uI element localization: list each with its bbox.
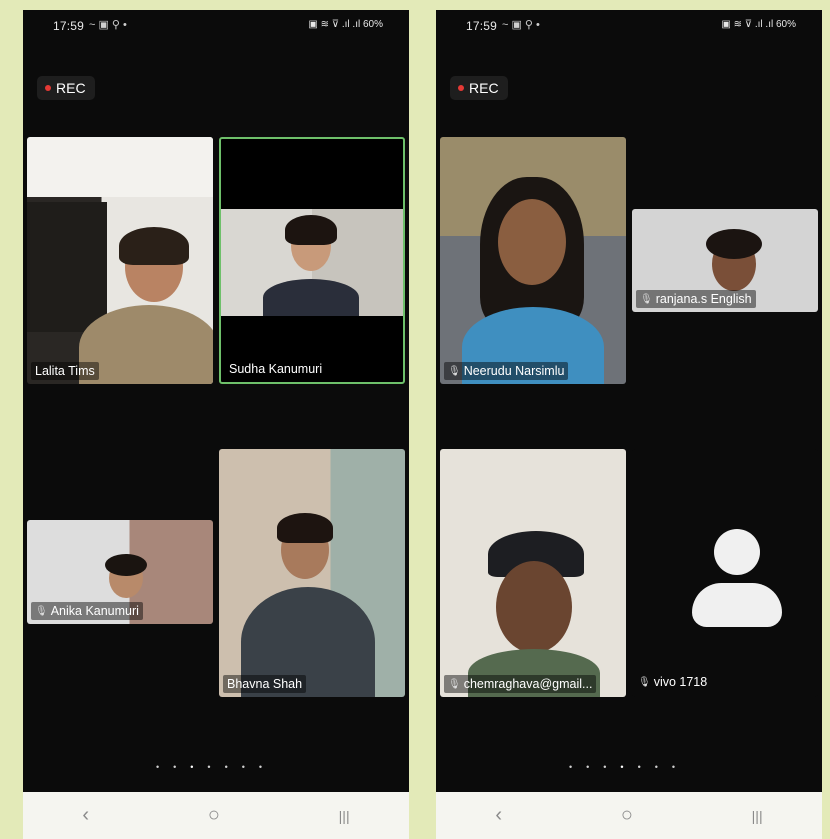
- video-tile-sudha[interactable]: Sudha Kanumuri: [219, 137, 405, 384]
- rec-indicator[interactable]: REC: [450, 76, 508, 100]
- participant-body: [79, 305, 213, 384]
- video-tile-bhavna[interactable]: Bhavna Shah: [219, 449, 405, 697]
- participant-name-label: 🎙 vivo 1718: [638, 675, 708, 689]
- recording-dot-icon: [45, 85, 51, 91]
- person-icon: [692, 529, 782, 629]
- participant-name-label: 🎙 ranjana.s English: [636, 290, 756, 308]
- video-tile-chemraghava[interactable]: 🎙 chemraghava@gmail...: [440, 449, 626, 697]
- participant-body: [263, 279, 359, 316]
- status-bar: 17:59 ~ ▣ ⚲ • ▣ ≋ ⊽ .ıl .ıl 60%: [23, 10, 409, 40]
- participant-name-label: 🎙 Anika Kanumuri: [31, 602, 143, 620]
- phone-screen-right: 17:59 ~ ▣ ⚲ • ▣ ≋ ⊽ .ıl .ıl 60% REC 🎙 Ne…: [436, 10, 822, 839]
- recents-icon[interactable]: |||: [339, 808, 350, 824]
- status-notification-icons: ~ ▣ ⚲ •: [502, 19, 540, 31]
- android-navbar: ‹ ○ |||: [23, 792, 409, 839]
- mic-icon: 🎙: [640, 293, 653, 305]
- participant-face: [496, 561, 572, 653]
- mic-icon: 🎙: [448, 678, 461, 690]
- video-tile-anika[interactable]: 🎙 Anika Kanumuri: [27, 520, 213, 624]
- mic-icon: 🎙: [638, 676, 651, 688]
- participant-name-label: 🎙 chemraghava@gmail...: [444, 675, 597, 693]
- participant-name-label: Sudha Kanumuri: [225, 360, 327, 378]
- participant-name-label: Bhavna Shah: [223, 675, 307, 693]
- rec-label: REC: [56, 80, 86, 96]
- page-indicator[interactable]: •••••••: [23, 762, 409, 772]
- participant-name-label: 🎙 Neerudu Narsimlu: [444, 362, 569, 380]
- back-icon[interactable]: ‹: [82, 804, 89, 827]
- status-system-icons: ▣ ≋ ⊽ .ıl .ıl 60%: [721, 19, 796, 30]
- status-time: 17:59: [466, 19, 498, 33]
- video-tile-vivo[interactable]: 🎙 vivo 1718: [632, 449, 818, 697]
- participant-face: [498, 199, 566, 285]
- home-icon[interactable]: ○: [621, 804, 633, 827]
- recording-dot-icon: [458, 85, 464, 91]
- page-indicator[interactable]: •••••••: [436, 762, 822, 772]
- back-icon[interactable]: ‹: [495, 804, 502, 827]
- phone-screen-left: 17:59 ~ ▣ ⚲ • ▣ ≋ ⊽ .ıl .ıl 60% REC Lali…: [23, 10, 409, 839]
- recents-icon[interactable]: |||: [752, 808, 763, 824]
- rec-label: REC: [469, 80, 499, 96]
- mic-icon: 🎙: [35, 605, 48, 617]
- android-navbar: ‹ ○ |||: [436, 792, 822, 839]
- rec-indicator[interactable]: REC: [37, 76, 95, 100]
- status-notification-icons: ~ ▣ ⚲ •: [89, 19, 127, 31]
- video-tile-ranjana[interactable]: 🎙 ranjana.s English: [632, 209, 818, 312]
- video-tile-neerudu[interactable]: 🎙 Neerudu Narsimlu: [440, 137, 626, 384]
- mic-icon: 🎙: [448, 365, 461, 377]
- status-system-icons: ▣ ≋ ⊽ .ıl .ıl 60%: [308, 19, 383, 30]
- video-tile-lalita[interactable]: Lalita Tims: [27, 137, 213, 384]
- status-bar: 17:59 ~ ▣ ⚲ • ▣ ≋ ⊽ .ıl .ıl 60%: [436, 10, 822, 40]
- home-icon[interactable]: ○: [208, 804, 220, 827]
- status-time: 17:59: [53, 19, 85, 33]
- participant-name-label: Lalita Tims: [31, 362, 99, 380]
